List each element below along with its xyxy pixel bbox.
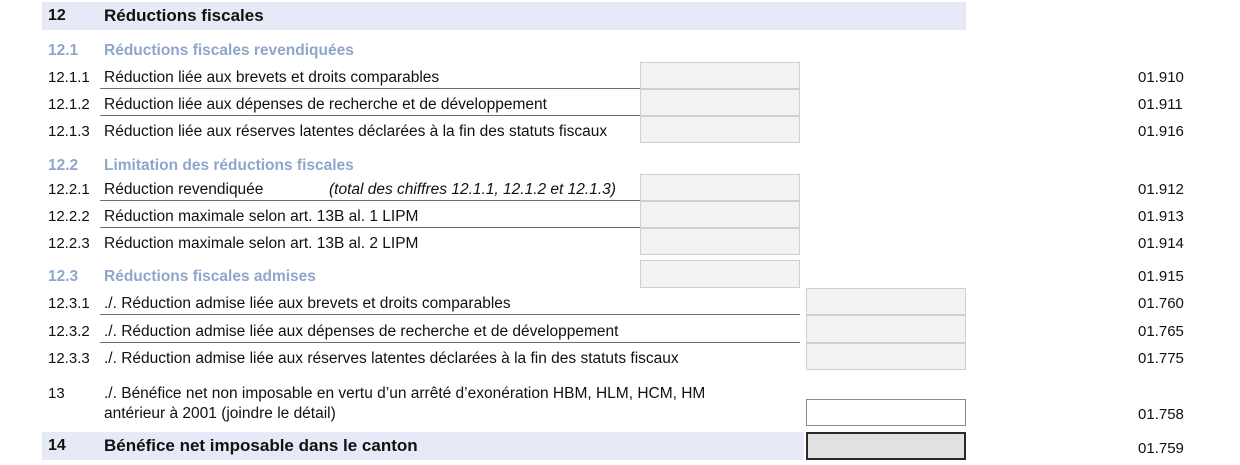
row-num-12-2-3: 12.2.3 — [48, 235, 90, 252]
subsection-12-3-number: 12.3 — [48, 268, 79, 285]
field-14-total[interactable] — [806, 432, 966, 460]
row-label-12-1-1: Réduction liée aux brevets et droits com… — [104, 69, 440, 86]
row-num-12-2-1: 12.2.1 — [48, 181, 90, 198]
row-underline — [100, 227, 640, 228]
row-14-title: Bénéfice net imposable dans le canton — [104, 436, 418, 455]
subsection-12-1-number: 12.1 — [48, 42, 79, 59]
row-num-12-3-2: 12.3.2 — [48, 323, 90, 340]
row-label-12-3-2: ./. Réduction admise liée aux dépenses d… — [104, 323, 619, 340]
row-label-13-line2: antérieur à 2001 (joindre le détail) — [104, 405, 336, 422]
field-12-1-1[interactable] — [640, 62, 800, 89]
field-12-3[interactable] — [640, 260, 800, 288]
code-01-916: 01.916 — [1138, 123, 1184, 140]
field-12-1-3[interactable] — [640, 116, 800, 143]
code-01-758: 01.758 — [1138, 406, 1184, 423]
row-underline — [100, 88, 640, 89]
row-num-13: 13 — [48, 385, 65, 402]
row-label-13-line1: ./. Bénéfice net non imposable en vertu … — [104, 385, 706, 402]
code-01-760: 01.760 — [1138, 295, 1184, 312]
row-underline — [100, 342, 800, 343]
code-01-914: 01.914 — [1138, 235, 1184, 252]
row-label-12-2-1: Réduction revendiquée — [104, 181, 264, 198]
field-12-2-2[interactable] — [640, 201, 800, 228]
field-12-3-3[interactable] — [806, 343, 966, 370]
row-num-12-2-2: 12.2.2 — [48, 208, 90, 225]
row-label-12-1-3: Réduction liée aux réserves latentes déc… — [104, 123, 608, 140]
row-label-12-2-3: Réduction maximale selon art. 13B al. 2 … — [104, 235, 419, 252]
subsection-12-2-number: 12.2 — [48, 157, 79, 174]
code-01-912: 01.912 — [1138, 181, 1184, 198]
code-01-759: 01.759 — [1138, 440, 1184, 457]
row-label-12-3-1: ./. Réduction admise liée aux brevets et… — [104, 295, 511, 312]
section-12-title: Réductions fiscales — [104, 6, 264, 25]
row-num-12-3-1: 12.3.1 — [48, 295, 90, 312]
row-label-12-3-3: ./. Réduction admise liée aux réserves l… — [104, 350, 679, 367]
field-12-3-1[interactable] — [806, 288, 966, 315]
row-label-12-2-2: Réduction maximale selon art. 13B al. 1 … — [104, 208, 419, 225]
code-01-775: 01.775 — [1138, 350, 1184, 367]
subsection-12-1-title: Réductions fiscales revendiquées — [104, 42, 354, 59]
code-01-910: 01.910 — [1138, 69, 1184, 86]
row-underline — [100, 115, 640, 116]
subsection-12-2-title: Limitation des réductions fiscales — [104, 157, 354, 174]
field-13[interactable] — [806, 399, 966, 426]
code-01-911: 01.911 — [1138, 96, 1183, 113]
field-12-2-3[interactable] — [640, 228, 800, 255]
code-01-765: 01.765 — [1138, 323, 1184, 340]
field-12-3-2[interactable] — [806, 315, 966, 343]
field-12-2-1[interactable] — [640, 174, 800, 201]
row-num-12-3-3: 12.3.3 — [48, 350, 90, 367]
code-01-913: 01.913 — [1138, 208, 1184, 225]
row-num-12-1-1: 12.1.1 — [48, 69, 90, 86]
row-underline — [100, 314, 800, 315]
subsection-12-3-title: Réductions fiscales admises — [104, 268, 316, 285]
row-num-12-1-2: 12.1.2 — [48, 96, 90, 113]
field-12-1-2[interactable] — [640, 89, 800, 116]
section-12-number: 12 — [48, 7, 66, 24]
row-num-12-1-3: 12.1.3 — [48, 123, 90, 140]
code-01-915: 01.915 — [1138, 268, 1184, 285]
row-underline — [100, 200, 640, 201]
row-label-12-1-2: Réduction liée aux dépenses de recherche… — [104, 96, 547, 113]
row-note-12-2-1: (total des chiffres 12.1.1, 12.1.2 et 12… — [329, 181, 616, 198]
row-14-number: 14 — [48, 437, 66, 454]
